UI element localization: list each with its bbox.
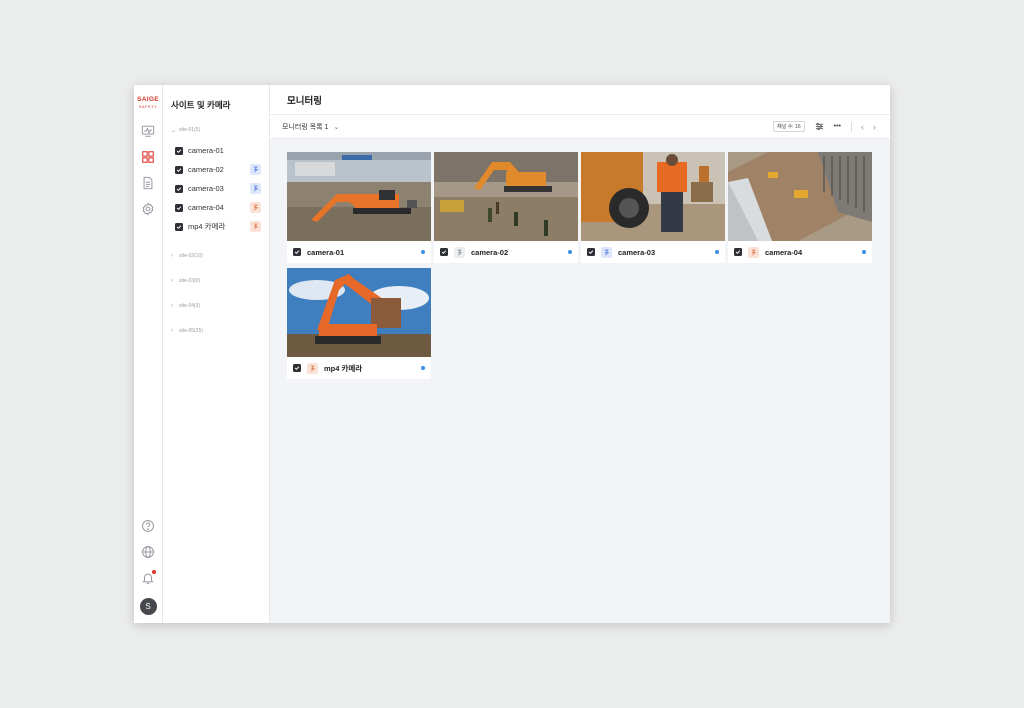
site-group-04: › site-04(3)	[171, 301, 269, 311]
brand-line1: SAIGE	[137, 96, 159, 103]
camera-label: camera-04	[188, 203, 224, 212]
camera-label: camera-01	[188, 146, 224, 155]
site-panel: 사이트 및 카메라 ⌄ site-01(5) camera-01 camera-…	[163, 85, 270, 623]
camera-feed-image	[287, 268, 431, 357]
checkbox[interactable]	[734, 248, 742, 256]
site-group-01: ⌄ site-01(5) camera-01 camera-02 camera-…	[171, 125, 269, 236]
camera-name: camera-04	[765, 247, 803, 257]
checkbox[interactable]	[175, 146, 183, 155]
camera-tile[interactable]: camera-03	[581, 152, 725, 263]
checkbox[interactable]	[175, 203, 183, 212]
sliders-icon[interactable]	[815, 122, 824, 131]
globe-icon[interactable]	[138, 542, 158, 562]
brand-logo[interactable]: SAIGE SAFETY	[137, 96, 159, 109]
checkbox[interactable]	[175, 222, 183, 231]
live-status-dot	[568, 250, 572, 254]
chevron-right-icon: ›	[171, 253, 173, 259]
app-window: SAIGE SAFETY S 사이트 및 카메라 ⌄ site-01(5) ca…	[134, 85, 890, 623]
header: 모니터링	[270, 85, 890, 115]
checkbox[interactable]	[587, 248, 595, 256]
camera-item[interactable]: camera-04	[171, 198, 269, 217]
help-icon[interactable]	[138, 516, 158, 536]
camera-name: camera-03	[618, 247, 656, 257]
site-label: site-05(25)	[179, 328, 203, 334]
detection-badge-icon	[601, 246, 612, 258]
detection-badge-icon	[250, 202, 261, 213]
next-page-icon[interactable]: ›	[873, 122, 876, 132]
detection-badge-icon	[250, 183, 261, 194]
site-toggle[interactable]: › site-03(0)	[171, 276, 269, 286]
monitoring-list-label: 모니터링 목록 1	[282, 123, 329, 131]
live-status-dot	[715, 250, 719, 254]
camera-item[interactable]: camera-03	[171, 179, 269, 198]
camera-tile[interactable]: camera-01	[287, 152, 431, 263]
checkbox[interactable]	[440, 248, 448, 256]
chevron-right-icon: ›	[171, 328, 173, 334]
site-group-03: › site-03(0)	[171, 276, 269, 286]
bell-icon[interactable]	[138, 568, 158, 588]
checkbox[interactable]	[293, 364, 301, 372]
site-toggle[interactable]: ⌄ site-01(5)	[171, 125, 269, 135]
camera-feed-image	[434, 152, 578, 241]
camera-tile[interactable]: mp4 카메라	[287, 268, 431, 379]
monitor-icon[interactable]	[138, 121, 158, 141]
site-label: site-01(5)	[179, 127, 201, 133]
chevron-right-icon: ›	[171, 278, 173, 284]
chevron-down-icon: ⌄	[333, 123, 340, 131]
page-title: 모니터링	[287, 95, 322, 107]
camera-feed-image	[581, 152, 725, 241]
detection-badge-icon	[250, 164, 261, 175]
camera-label: camera-03	[188, 184, 224, 193]
chevron-right-icon: ›	[171, 303, 173, 309]
site-toggle[interactable]: › site-05(25)	[171, 326, 269, 336]
camera-name: camera-01	[307, 247, 345, 257]
detection-badge-icon	[250, 221, 261, 232]
grid-icon[interactable]	[138, 147, 158, 167]
icon-rail: SAIGE SAFETY S	[134, 85, 163, 623]
camera-item[interactable]: camera-02	[171, 160, 269, 179]
site-group-05: › site-05(25)	[171, 326, 269, 336]
document-icon[interactable]	[138, 173, 158, 193]
detection-badge-icon	[454, 246, 465, 258]
prev-page-icon[interactable]: ‹	[861, 122, 864, 132]
channel-count-badge: 채널 수: 16	[773, 121, 805, 132]
camera-label: camera-02	[188, 165, 224, 174]
toolbar: 모니터링 목록 1 ⌄ 채널 수: 16 ••• ‹ ›	[270, 115, 890, 139]
camera-name: camera-02	[471, 247, 509, 257]
site-label: site-03(0)	[179, 278, 201, 284]
avatar[interactable]: S	[139, 598, 157, 615]
detection-badge-icon	[748, 246, 759, 258]
live-status-dot	[862, 250, 866, 254]
checkbox[interactable]	[175, 184, 183, 193]
chevron-down-icon: ⌄	[171, 127, 177, 134]
toolbar-divider	[851, 121, 852, 132]
live-status-dot	[421, 366, 425, 370]
site-group-02: › site-02(10)	[171, 251, 269, 261]
camera-feed-image	[728, 152, 872, 241]
camera-item[interactable]: mp4 카메라	[171, 217, 269, 236]
detection-badge-icon	[307, 362, 318, 374]
main-area: 모니터링 모니터링 목록 1 ⌄ 채널 수: 16 ••• ‹ › camera…	[270, 85, 890, 623]
more-icon[interactable]: •••	[834, 123, 841, 130]
site-label: site-04(3)	[179, 303, 201, 309]
camera-tile[interactable]: camera-04	[728, 152, 872, 263]
camera-item[interactable]: camera-01	[171, 141, 269, 160]
site-panel-title: 사이트 및 카메라	[171, 100, 231, 110]
camera-grid: camera-01 camera-02 camera-03 camera-04 …	[270, 139, 890, 392]
site-label: site-02(10)	[179, 253, 203, 259]
camera-tile[interactable]: camera-02	[434, 152, 578, 263]
checkbox[interactable]	[175, 165, 183, 174]
checkbox[interactable]	[293, 248, 301, 256]
camera-label: mp4 카메라	[188, 222, 226, 231]
gear-icon[interactable]	[138, 199, 158, 219]
live-status-dot	[421, 250, 425, 254]
brand-line2: SAFETY	[138, 103, 158, 109]
site-toggle[interactable]: › site-04(3)	[171, 301, 269, 311]
monitoring-list-dropdown[interactable]: 모니터링 목록 1 ⌄	[282, 122, 339, 132]
camera-feed-image	[287, 152, 431, 241]
site-toggle[interactable]: › site-02(10)	[171, 251, 269, 261]
camera-name: mp4 카메라	[324, 363, 363, 373]
notification-dot	[152, 570, 156, 574]
